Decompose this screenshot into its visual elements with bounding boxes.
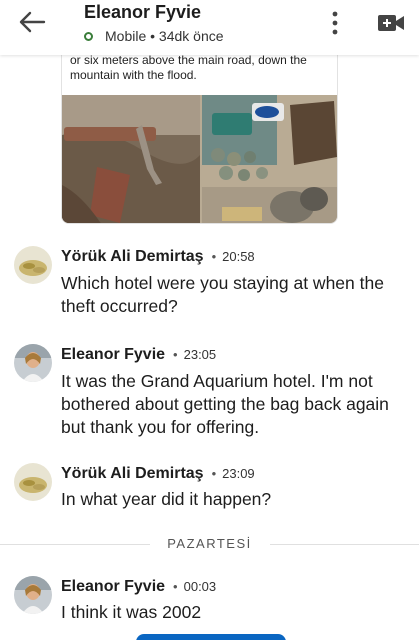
conversation-header: Eleanor Fyvie Mobile • 34dk önce <box>0 0 419 55</box>
separator-dot: • <box>173 347 178 362</box>
avatar[interactable] <box>14 246 52 284</box>
avatar[interactable] <box>14 576 52 614</box>
sender-name[interactable]: Eleanor Fyvie <box>61 578 165 596</box>
sender-line: Yörük Ali Demirtaş • 23:09 <box>61 465 255 483</box>
divider-line-right <box>270 544 419 545</box>
shared-post-image[interactable] <box>62 95 338 224</box>
message-text: Which hotel were you staying at when the… <box>61 273 384 316</box>
sender-line: Yörük Ali Demirtaş • 20:58 <box>61 248 255 266</box>
message-time: 20:58 <box>222 249 255 264</box>
sender-line: Eleanor Fyvie • 23:05 <box>61 346 216 364</box>
avatar-image-icon <box>14 344 52 382</box>
separator-dot: • <box>173 579 178 594</box>
message-time: 00:03 <box>183 579 217 594</box>
scroll-to-new-button[interactable] <box>136 634 286 640</box>
online-status-icon <box>84 31 93 41</box>
sender-name[interactable]: Yörük Ali Demirtaş <box>61 248 204 266</box>
separator-dot: • <box>211 249 217 264</box>
sender-line: Eleanor Fyvie • 00:03 <box>61 578 216 596</box>
message-text: It was the Grand Aquarium hotel. I'm not… <box>61 371 389 437</box>
message-text: In what year did it happen? <box>61 489 272 509</box>
avatar[interactable] <box>14 344 52 382</box>
separator-dot: • <box>211 466 217 481</box>
day-divider: PAZARTESİ <box>0 535 419 555</box>
avatar-image-icon <box>14 463 52 501</box>
message-text: I think it was 2002 <box>61 602 202 622</box>
presence-status-text: Mobile • 34dk önce <box>105 28 224 44</box>
message-time: 23:05 <box>183 347 217 362</box>
video-call-icon[interactable] <box>377 12 405 34</box>
contact-name[interactable]: Eleanor Fyvie <box>84 2 201 23</box>
avatar-image-icon <box>14 246 52 284</box>
avatar[interactable] <box>14 463 52 501</box>
back-arrow-icon[interactable] <box>16 8 48 36</box>
message-time: 23:09 <box>222 466 255 481</box>
presence-status: Mobile • 34dk önce <box>84 28 224 44</box>
sender-name[interactable]: Eleanor Fyvie <box>61 346 165 364</box>
sender-name[interactable]: Yörük Ali Demirtaş <box>61 465 204 483</box>
more-options-icon[interactable] <box>326 10 344 36</box>
shared-post-card[interactable]: or six meters above the main road, down … <box>61 46 338 224</box>
shared-post-caption: or six meters above the main road, down … <box>70 53 307 82</box>
avatar-image-icon <box>14 576 52 614</box>
